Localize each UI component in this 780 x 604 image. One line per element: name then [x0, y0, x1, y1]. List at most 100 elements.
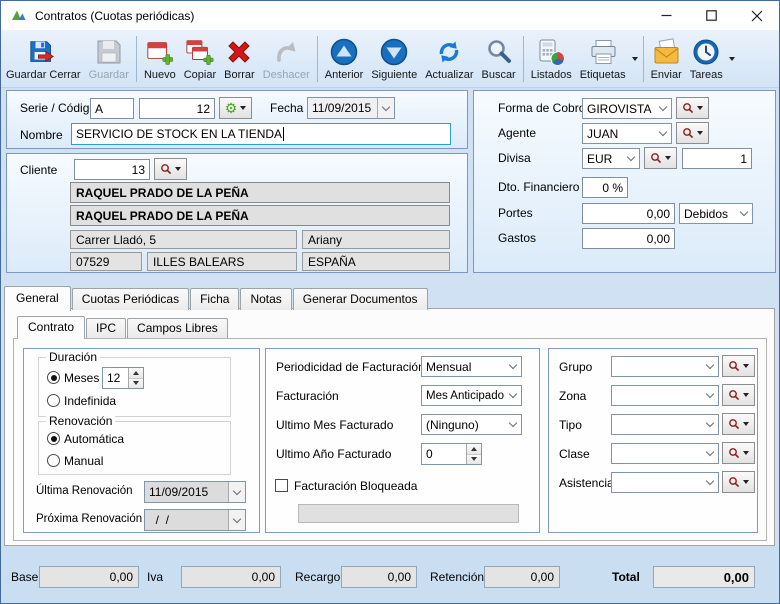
spin-up-icon[interactable]: [467, 444, 481, 455]
maximize-button[interactable]: [689, 1, 734, 30]
chevron-down-icon[interactable]: [654, 99, 671, 118]
close-button[interactable]: [734, 1, 779, 30]
agente-combobox[interactable]: JUAN: [582, 123, 672, 144]
asistencia-value: [612, 473, 701, 492]
automatica-radio[interactable]: [47, 432, 60, 445]
facturacion-combobox[interactable]: Mes Anticipado: [421, 385, 522, 406]
divisa-label: Divisa: [498, 151, 531, 165]
delete-icon: [224, 37, 254, 67]
forma-de-cobro-combobox[interactable]: GIROVISTA: [582, 98, 672, 119]
chevron-down-icon[interactable]: [654, 124, 671, 143]
meses-spinner[interactable]: 12: [102, 367, 144, 389]
cliente-nombre-fiscal: RAQUEL PRADO DE LA PEÑA: [70, 205, 450, 226]
listados-label: Listados: [531, 69, 572, 81]
ultima-renovacion-combobox[interactable]: 11/09/2015: [144, 481, 246, 503]
serie-input[interactable]: [90, 98, 134, 119]
chevron-down-icon[interactable]: [622, 149, 639, 168]
chevron-down-icon: [175, 167, 181, 171]
manual-label: Manual: [64, 454, 103, 468]
portes-tipo-combobox[interactable]: Debidos: [679, 203, 753, 224]
clase-combobox[interactable]: [611, 443, 719, 464]
tab-cuotas-periodicas[interactable]: Cuotas Periódicas: [72, 288, 189, 310]
gastos-input[interactable]: [582, 228, 675, 249]
asistencia-search-button[interactable]: [722, 471, 755, 493]
subtab-contrato[interactable]: Contrato: [17, 316, 85, 339]
portes-input[interactable]: [582, 203, 675, 224]
clasificacion-panel: Grupo Zona Tipo: [548, 348, 758, 533]
subtab-ipc[interactable]: IPC: [86, 318, 126, 338]
guardar-cerrar-button[interactable]: Guardar Cerrar: [2, 32, 85, 86]
chevron-down-icon[interactable]: [701, 357, 718, 376]
chevron-down-icon[interactable]: [504, 415, 521, 434]
periodicidad-label: Periodicidad de Facturación: [276, 360, 425, 374]
forma-de-cobro-search-button[interactable]: [676, 97, 709, 119]
chevron-down-icon[interactable]: [701, 444, 718, 463]
divisa-cambio-input[interactable]: [682, 148, 752, 169]
tab-generar-documentos[interactable]: Generar Documentos: [293, 288, 428, 310]
periodicidad-combobox[interactable]: Mensual: [421, 356, 522, 377]
chevron-down-icon[interactable]: [701, 415, 718, 434]
etiquetas-button[interactable]: Etiquetas: [576, 32, 630, 86]
ultimo-ano-spinner[interactable]: 0: [421, 443, 482, 465]
agente-search-button[interactable]: [676, 122, 709, 144]
manual-radio[interactable]: [47, 454, 60, 467]
agente-value: JUAN: [583, 124, 654, 143]
proxima-renovacion-combobox[interactable]: / /: [144, 509, 246, 531]
tareas-dropdown-arrow[interactable]: [727, 32, 737, 86]
codigo-options-button[interactable]: ⚙: [219, 97, 252, 119]
actualizar-button[interactable]: Actualizar: [421, 32, 477, 86]
divisa-search-button[interactable]: [644, 147, 677, 169]
etiquetas-dropdown-arrow[interactable]: [630, 32, 640, 86]
zona-combobox[interactable]: [611, 385, 719, 406]
guardar-button[interactable]: Guardar: [85, 32, 133, 86]
minimize-button[interactable]: [644, 1, 689, 30]
chevron-down-icon[interactable]: [735, 204, 752, 223]
spin-down-icon[interactable]: [467, 455, 481, 465]
meses-radio[interactable]: [47, 371, 60, 384]
chevron-down-icon[interactable]: [504, 357, 521, 376]
chevron-down-icon[interactable]: [228, 510, 245, 530]
nombre-input[interactable]: SERVICIO DE STOCK EN LA TIENDA: [71, 123, 451, 145]
forma-de-cobro-value: GIROVISTA: [583, 99, 654, 118]
chevron-down-icon[interactable]: [701, 386, 718, 405]
guardar-label: Guardar: [89, 69, 129, 81]
cliente-codigo-input[interactable]: [74, 159, 150, 180]
copiar-button[interactable]: Copiar: [180, 32, 220, 86]
asistencia-combobox[interactable]: [611, 472, 719, 493]
enviar-button[interactable]: Enviar: [647, 32, 686, 86]
chevron-down-icon[interactable]: [504, 386, 521, 405]
clase-search-button[interactable]: [722, 442, 755, 464]
divisa-combobox[interactable]: EUR: [582, 148, 640, 169]
tipo-combobox[interactable]: [611, 414, 719, 435]
tab-general[interactable]: General: [4, 286, 71, 311]
grupo-combobox[interactable]: [611, 356, 719, 377]
tareas-button[interactable]: Tareas: [686, 32, 727, 86]
borrar-button[interactable]: Borrar: [220, 32, 259, 86]
listados-button[interactable]: Listados: [527, 32, 576, 86]
fecha-combobox[interactable]: 11/09/2015: [307, 97, 395, 119]
codigo-input[interactable]: [139, 98, 215, 119]
indefinida-radio[interactable]: [47, 394, 60, 407]
zona-search-button[interactable]: [722, 384, 755, 406]
iva-label: Iva: [147, 570, 163, 584]
siguiente-button[interactable]: Siguiente: [367, 32, 421, 86]
cliente-search-button[interactable]: [154, 158, 187, 180]
ultimo-mes-combobox[interactable]: (Ninguno): [421, 414, 522, 435]
tab-ficha[interactable]: Ficha: [190, 288, 239, 310]
portes-label: Portes: [498, 206, 533, 220]
subtab-campos-libres[interactable]: Campos Libres: [127, 318, 228, 338]
buscar-button[interactable]: Buscar: [477, 32, 519, 86]
facturacion-bloqueada-checkbox[interactable]: [275, 479, 288, 492]
grupo-search-button[interactable]: [722, 355, 755, 377]
chevron-down-icon[interactable]: [701, 473, 718, 492]
chevron-down-icon[interactable]: [377, 98, 394, 118]
nuevo-button[interactable]: Nuevo: [140, 32, 180, 86]
spin-up-icon[interactable]: [129, 368, 143, 379]
tipo-search-button[interactable]: [722, 413, 755, 435]
spin-down-icon[interactable]: [129, 379, 143, 389]
anterior-button[interactable]: Anterior: [321, 32, 368, 86]
deshacer-button[interactable]: Deshacer: [259, 32, 314, 86]
dto-financiero-input[interactable]: [582, 177, 628, 198]
tab-notas[interactable]: Notas: [240, 288, 291, 310]
chevron-down-icon[interactable]: [228, 482, 245, 502]
